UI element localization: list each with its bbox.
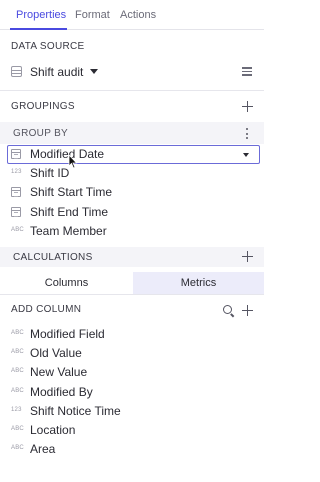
field-label: Old Value bbox=[30, 346, 82, 360]
text-type-icon: ABC bbox=[11, 330, 24, 336]
table-icon bbox=[11, 66, 22, 77]
field-label: New Value bbox=[30, 365, 88, 379]
text-type-icon: ABC bbox=[11, 368, 24, 374]
calculations-header: CALCULATIONS bbox=[0, 247, 264, 267]
text-type-icon: ABC bbox=[11, 426, 24, 432]
segment-columns[interactable]: Columns bbox=[0, 272, 133, 294]
group-by-field-shift-end-time[interactable]: Shift End Time bbox=[0, 203, 264, 222]
field-label: Modified Field bbox=[30, 327, 105, 341]
groupings-label: GROUPINGS bbox=[11, 101, 75, 112]
column-field-old-value[interactable]: ABC Old Value bbox=[0, 344, 264, 363]
calendar-icon bbox=[11, 207, 21, 217]
active-tab-indicator bbox=[10, 28, 67, 30]
text-type-icon: ABC bbox=[11, 388, 24, 394]
divider bbox=[0, 90, 264, 91]
number-type-icon: 123 bbox=[11, 407, 22, 413]
column-field-modified-field[interactable]: ABC Modified Field bbox=[0, 325, 264, 344]
divider bbox=[0, 294, 264, 295]
chevron-down-icon[interactable] bbox=[243, 153, 249, 157]
tab-actions[interactable]: Actions bbox=[120, 9, 156, 21]
group-by-header: GROUP BY bbox=[0, 122, 264, 144]
add-grouping-plus-icon[interactable] bbox=[242, 101, 253, 112]
number-type-icon: 123 bbox=[11, 169, 22, 175]
tab-format[interactable]: Format bbox=[75, 9, 110, 21]
group-by-field-shift-start-time[interactable]: Shift Start Time bbox=[0, 183, 264, 202]
tab-bar: Properties Format Actions bbox=[0, 0, 264, 30]
field-label: Shift ID bbox=[30, 166, 70, 180]
field-label: Shift Notice Time bbox=[30, 404, 121, 418]
tab-properties[interactable]: Properties bbox=[16, 9, 66, 21]
column-field-shift-notice-time[interactable]: 123 Shift Notice Time bbox=[0, 402, 264, 421]
list-icon[interactable] bbox=[242, 67, 252, 76]
field-label: Team Member bbox=[30, 224, 107, 238]
text-type-icon: ABC bbox=[11, 349, 24, 355]
chevron-down-icon[interactable] bbox=[90, 69, 98, 74]
group-by-field-modified-date[interactable]: Modified Date bbox=[0, 145, 264, 164]
text-type-icon: ABC bbox=[11, 445, 24, 451]
field-label: Location bbox=[30, 423, 76, 437]
kebab-icon[interactable] bbox=[246, 128, 249, 139]
add-column-label: ADD COLUMN bbox=[11, 304, 82, 315]
field-label: Shift End Time bbox=[30, 205, 109, 219]
field-label: Modified By bbox=[30, 385, 93, 399]
column-field-new-value[interactable]: ABC New Value bbox=[0, 363, 264, 382]
search-icon[interactable] bbox=[223, 305, 234, 316]
text-type-icon: ABC bbox=[11, 227, 24, 233]
field-label: Area bbox=[30, 442, 56, 456]
segment-metrics[interactable]: Metrics bbox=[133, 272, 264, 294]
calendar-icon bbox=[11, 187, 21, 197]
segment-label: Columns bbox=[44, 277, 89, 289]
columns-metrics-toggle: Columns Metrics bbox=[0, 272, 264, 294]
column-field-area[interactable]: ABC Area bbox=[0, 440, 264, 459]
calculations-label: CALCULATIONS bbox=[13, 252, 93, 263]
column-field-modified-by[interactable]: ABC Modified By bbox=[0, 383, 264, 402]
segment-label: Metrics bbox=[180, 277, 217, 289]
column-field-location[interactable]: ABC Location bbox=[0, 421, 264, 440]
add-calculation-plus-icon[interactable] bbox=[242, 251, 253, 262]
group-by-label: GROUP BY bbox=[13, 128, 69, 139]
data-source-label: DATA SOURCE bbox=[11, 41, 85, 52]
calendar-icon bbox=[11, 149, 21, 159]
group-by-field-shift-id[interactable]: 123 Shift ID bbox=[0, 164, 264, 183]
add-column-plus-icon[interactable] bbox=[242, 305, 253, 316]
field-label: Shift Start Time bbox=[30, 185, 113, 199]
data-source-selector[interactable]: Shift audit bbox=[0, 58, 264, 86]
data-source-name[interactable]: Shift audit bbox=[30, 65, 83, 79]
group-by-field-team-member[interactable]: ABC Team Member bbox=[0, 222, 264, 241]
